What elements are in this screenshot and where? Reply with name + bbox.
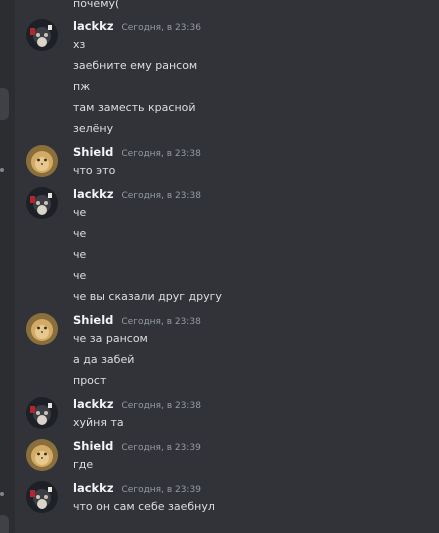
- message-text: хуйня та: [73, 416, 124, 429]
- message-header: lackkz Сегодня, в 23:38: [73, 187, 201, 203]
- message-timestamp: Сегодня, в 23:38: [121, 191, 201, 201]
- message-text: почему(: [73, 0, 120, 10]
- author-name[interactable]: Shield: [73, 145, 113, 159]
- message-text: че вы сказали друг другу: [73, 290, 222, 303]
- author-name[interactable]: Shield: [73, 313, 113, 327]
- author-name[interactable]: lackkz: [73, 187, 114, 201]
- message-text: где: [73, 458, 94, 471]
- message-timestamp: Сегодня, в 23:36: [121, 23, 201, 33]
- server-indicator[interactable]: [0, 515, 9, 533]
- dark-character-avatar[interactable]: [26, 19, 58, 51]
- dark-character-avatar[interactable]: [26, 187, 58, 219]
- message-text: там заместь красной: [73, 101, 196, 114]
- message-timestamp: Сегодня, в 23:38: [121, 317, 201, 327]
- message-text: а да забей: [73, 353, 135, 366]
- message-text: че за рансом: [73, 332, 148, 345]
- message-text: пж: [73, 80, 91, 93]
- message-text: че: [73, 206, 87, 219]
- dark-character-avatar[interactable]: [26, 481, 58, 513]
- author-name[interactable]: Shield: [73, 439, 113, 453]
- message-header: Shield Сегодня, в 23:38: [73, 313, 201, 329]
- unread-dot: [0, 492, 4, 496]
- message-text: че: [73, 248, 87, 261]
- message-text: что он сам себе заебнул: [73, 500, 215, 513]
- message-header: Shield Сегодня, в 23:39: [73, 439, 201, 455]
- message-text: че: [73, 269, 87, 282]
- dark-character-avatar[interactable]: [26, 397, 58, 429]
- cat-face-avatar[interactable]: [26, 439, 58, 471]
- message-list: почему( lackkz Сегодня, в 23:36 хз заебн…: [15, 0, 439, 533]
- message-text: прост: [73, 374, 107, 387]
- cat-face-avatar[interactable]: [26, 313, 58, 345]
- author-name[interactable]: lackkz: [73, 19, 114, 33]
- message-text: че: [73, 227, 87, 240]
- message-text: хз: [73, 38, 86, 51]
- message-timestamp: Сегодня, в 23:38: [121, 149, 201, 159]
- message-text: заебните ему рансом: [73, 59, 198, 72]
- message-timestamp: Сегодня, в 23:39: [121, 443, 201, 453]
- unread-dot: [0, 168, 4, 172]
- message-header: lackkz Сегодня, в 23:38: [73, 397, 201, 413]
- message-timestamp: Сегодня, в 23:38: [121, 401, 201, 411]
- message-timestamp: Сегодня, в 23:39: [121, 485, 201, 495]
- message-header: lackkz Сегодня, в 23:36: [73, 19, 201, 35]
- message-text: что это: [73, 164, 116, 177]
- message-header: Shield Сегодня, в 23:38: [73, 145, 201, 161]
- server-sidebar-edge: [0, 0, 15, 533]
- server-indicator[interactable]: [0, 88, 9, 120]
- author-name[interactable]: lackkz: [73, 481, 114, 495]
- cat-face-avatar[interactable]: [26, 145, 58, 177]
- chat-window: почему( lackkz Сегодня, в 23:36 хз заебн…: [0, 0, 439, 533]
- message-text: зелёну: [73, 122, 114, 135]
- message-header: lackkz Сегодня, в 23:39: [73, 481, 201, 497]
- author-name[interactable]: lackkz: [73, 397, 114, 411]
